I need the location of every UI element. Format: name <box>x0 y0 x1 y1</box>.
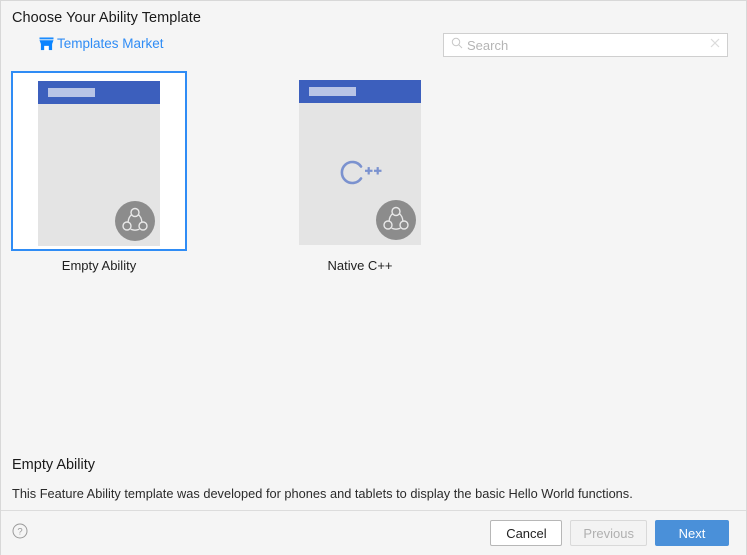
templates-market-link[interactable]: Templates Market <box>39 36 164 51</box>
template-preview-frame <box>11 71 187 251</box>
description-title: Empty Ability <box>12 456 95 473</box>
phone-mockup <box>38 81 160 246</box>
template-gallery: Empty Ability Native C++ <box>1 67 746 457</box>
choose-template-dialog: Choose Your Ability Template Templates M… <box>0 0 747 555</box>
template-description: Empty Ability This Feature Ability templ… <box>1 457 746 502</box>
template-card-label: Native C++ <box>327 258 393 273</box>
template-card-native-cpp[interactable]: Native C++ <box>272 71 448 273</box>
phone-mockup <box>299 80 421 245</box>
template-preview-frame <box>272 71 448 251</box>
help-icon[interactable]: ? <box>12 523 28 544</box>
dialog-footer: ? Cancel Previous Next <box>1 510 746 555</box>
search-input[interactable] <box>463 37 707 53</box>
phone-content-area <box>299 103 421 245</box>
svg-text:?: ? <box>17 526 22 537</box>
shop-icon <box>39 36 54 51</box>
description-text: This Feature Ability template was develo… <box>12 485 633 501</box>
sub-toolbar: Templates Market <box>1 33 746 67</box>
phone-title-bar <box>38 81 160 104</box>
search-box[interactable] <box>443 33 728 57</box>
phone-content-area <box>38 104 160 246</box>
previous-button: Previous <box>570 520 647 546</box>
phone-title-placeholder <box>48 88 95 97</box>
template-card-empty-ability[interactable]: Empty Ability <box>11 71 187 273</box>
templates-market-label: Templates Market <box>57 36 164 51</box>
cancel-button[interactable]: Cancel <box>490 520 563 546</box>
phone-title-bar <box>299 80 421 103</box>
phone-title-placeholder <box>309 87 356 96</box>
page-title: Choose Your Ability Template <box>12 10 201 26</box>
template-card-label: Empty Ability <box>61 258 137 273</box>
search-icon <box>451 36 463 54</box>
template-grid: Empty Ability Native C++ <box>10 71 746 273</box>
next-button[interactable]: Next <box>655 520 729 546</box>
close-icon[interactable] <box>707 35 723 56</box>
